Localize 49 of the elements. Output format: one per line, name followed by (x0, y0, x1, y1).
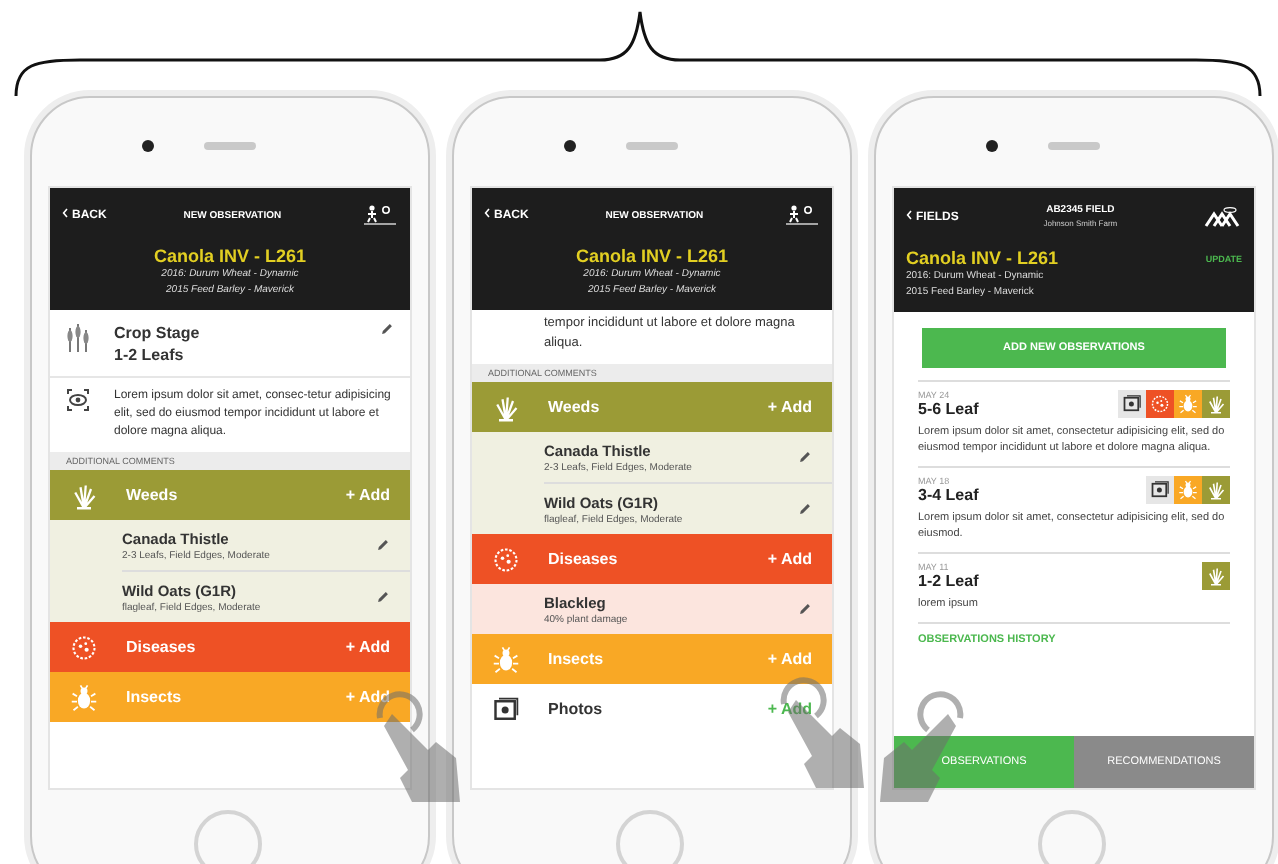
crop-stage-label: Crop Stage (114, 322, 202, 344)
barn-logo-icon (1202, 205, 1242, 227)
observation-stage: 1-2 Leaf (918, 572, 979, 590)
crop-title: Canola INV - L261 (151, 246, 309, 266)
crop-title: Canola INV - L261 (906, 248, 1059, 268)
photo-icon (492, 695, 520, 723)
speaker-slot (204, 142, 256, 150)
crop-stage-value: 1-2 Leafs (114, 344, 186, 366)
bug-icon (70, 683, 98, 711)
microbe-icon (70, 633, 98, 661)
category-name: Weeds (548, 398, 602, 416)
pencil-icon[interactable] (376, 590, 390, 604)
speaker-slot (626, 142, 678, 150)
pencil-icon[interactable] (798, 602, 812, 616)
category-name: Weeds (126, 486, 180, 504)
grass-icon (70, 481, 98, 509)
add-link[interactable]: + Add (767, 398, 812, 416)
pencil-icon[interactable] (798, 450, 812, 464)
microbe-icon (492, 545, 520, 573)
bug-icon (492, 645, 520, 673)
figure-logo-icon (780, 204, 820, 226)
figure-logo-icon (358, 204, 398, 226)
pencil-icon[interactable] (376, 538, 390, 552)
speaker-slot (1048, 142, 1100, 150)
camera-dot (564, 140, 576, 152)
eye-scan-icon (66, 388, 90, 412)
chevron-left-icon (484, 208, 490, 218)
category-name: Diseases (126, 638, 198, 656)
add-link[interactable]: + Add (767, 650, 812, 668)
camera-dot (142, 140, 154, 152)
grass-icon (492, 393, 520, 421)
add-link[interactable]: + Add (345, 486, 390, 504)
crop-stalk-icon (66, 322, 90, 354)
add-link[interactable]: + Add (767, 700, 812, 718)
category-name: Insects (548, 650, 606, 668)
add-link[interactable]: + Add (767, 550, 812, 568)
observation-stage: 3-4 Leaf (918, 486, 979, 504)
camera-dot (986, 140, 998, 152)
category-name: Diseases (548, 550, 620, 568)
observation-stage: 5-6 Leaf (918, 400, 979, 418)
pencil-icon[interactable] (380, 322, 394, 336)
category-name: Insects (126, 688, 184, 706)
chevron-left-icon (62, 208, 68, 218)
chevron-left-icon (906, 209, 912, 219)
crop-title: Canola INV - L261 (573, 246, 731, 266)
category-name: Photos (548, 700, 605, 718)
add-link[interactable]: + Add (345, 638, 390, 656)
pencil-icon[interactable] (798, 502, 812, 516)
add-link[interactable]: + Add (345, 688, 390, 706)
